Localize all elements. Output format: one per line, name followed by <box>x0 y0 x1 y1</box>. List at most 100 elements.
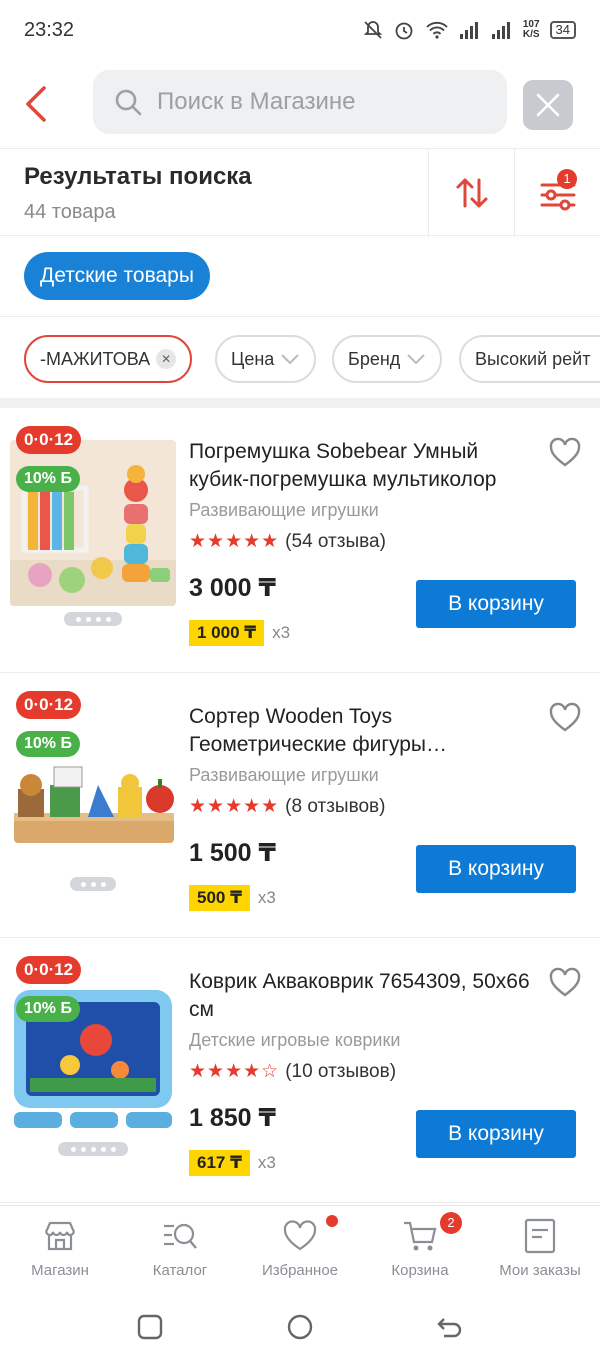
bonus-tag: 10% Б <box>16 731 80 757</box>
filter-chip-brand[interactable]: Бренд <box>332 335 443 383</box>
tab-orders[interactable]: Мои заказы <box>480 1206 600 1296</box>
filter-count-badge: 1 <box>557 169 577 189</box>
chevron-left-icon <box>26 86 46 122</box>
star-rating-icon: ★★★★☆ <box>189 1061 280 1082</box>
add-to-cart-button[interactable]: В корзину <box>416 1110 576 1158</box>
installment-amount: 500 ₸ <box>189 885 250 911</box>
product-image[interactable] <box>10 970 176 1136</box>
orders-document-icon <box>524 1218 556 1254</box>
filter-chip-label: Бренд <box>348 349 401 369</box>
filter-chip-price[interactable]: Цена <box>215 335 317 383</box>
installment-info: 500 ₸ х3 <box>189 885 276 911</box>
cart-icon <box>404 1221 437 1251</box>
close-icon <box>536 93 560 117</box>
sort-icon <box>456 178 487 208</box>
installment-times: х3 <box>257 1153 276 1172</box>
product-card[interactable]: 0·0·12 10% Б Коврик Акваковрик 7654309, … <box>0 938 600 1203</box>
chevron-down-icon <box>407 354 425 365</box>
heart-icon <box>549 967 581 997</box>
product-rating: ★★★★☆ (10 отзывов) <box>189 1060 396 1083</box>
status-bar: 23:32 107 K/S 34 <box>0 0 600 60</box>
clear-search-button[interactable] <box>523 80 573 130</box>
top-bar: Поиск в Магазине <box>0 70 600 138</box>
notification-dot <box>326 1215 338 1227</box>
review-count: (8 отзывов) <box>285 795 386 817</box>
tab-label: Каталог <box>152 1262 208 1279</box>
product-title[interactable]: Сортер Wooden Toys Геометрические фигуры… <box>189 703 539 759</box>
product-category: Детские игровые коврики <box>189 1030 401 1050</box>
bonus-tag: 10% Б <box>16 996 80 1022</box>
product-photo-wooden-sorter <box>10 705 176 871</box>
product-photo-rattle-cube <box>10 440 176 606</box>
home-icon[interactable] <box>286 1313 314 1341</box>
store-icon <box>44 1221 76 1251</box>
tab-label: Корзина <box>391 1262 449 1279</box>
heart-icon <box>549 437 581 467</box>
category-chip[interactable]: Детские товары <box>24 252 210 300</box>
image-carousel-dots <box>64 612 122 626</box>
star-rating-icon: ★★★★★ <box>189 796 280 817</box>
recent-apps-icon[interactable] <box>136 1313 164 1341</box>
results-count: 44 товара <box>24 201 116 223</box>
filter-chip-label: Цена <box>231 349 275 369</box>
product-price: 1 500 ₸ <box>189 839 276 867</box>
add-to-cart-button[interactable]: В корзину <box>416 845 576 893</box>
add-to-cart-button[interactable]: В корзину <box>416 580 576 628</box>
section-divider <box>0 398 600 408</box>
age-tag: 0·0·12 <box>16 956 82 984</box>
netspeed-unit: K/S <box>522 29 540 40</box>
search-placeholder: Поиск в Магазине <box>157 88 356 115</box>
tab-favorites[interactable]: Избранное <box>240 1206 360 1296</box>
product-image[interactable] <box>10 705 176 871</box>
product-category: Развивающие игрушки <box>189 500 379 520</box>
heart-icon <box>283 1220 317 1251</box>
back-nav-icon[interactable] <box>436 1313 464 1341</box>
installment-amount: 617 ₸ <box>189 1150 250 1176</box>
image-carousel-dots <box>70 877 116 891</box>
tab-shop[interactable]: Магазин <box>0 1206 120 1296</box>
favorite-button[interactable] <box>548 436 582 470</box>
signal-icon <box>459 22 478 39</box>
installment-info: 1 000 ₸ х3 <box>189 620 290 646</box>
remove-filter-icon[interactable]: ✕ <box>156 349 177 369</box>
filter-chip-seller[interactable]: -МАЖИТОВА ✕ <box>24 335 193 383</box>
filter-chip-label: -МАЖИТОВА <box>40 349 151 369</box>
chevron-down-icon <box>281 354 299 365</box>
search-icon <box>115 89 142 116</box>
alarm-icon <box>395 22 413 40</box>
star-rating-icon: ★★★★★ <box>189 531 280 552</box>
back-button[interactable] <box>18 82 58 126</box>
filter-chip-rating[interactable]: Высокий рейт <box>459 335 600 383</box>
tab-catalog[interactable]: Каталог <box>120 1206 240 1296</box>
product-title[interactable]: Погремушка Sobebear Умный кубик-погремуш… <box>189 438 539 494</box>
product-price: 1 850 ₸ <box>189 1104 276 1132</box>
page-title: Результаты поиска <box>24 163 252 190</box>
tab-label: Мои заказы <box>499 1262 581 1279</box>
signal-icon-2 <box>491 22 510 39</box>
product-category: Развивающие игрушки <box>189 765 379 785</box>
favorite-button[interactable] <box>548 966 582 1000</box>
product-card[interactable]: 0·0·12 10% Б Погремушка Sobebear Умный к… <box>0 408 600 673</box>
tab-cart[interactable]: 2 Корзина <box>360 1206 480 1296</box>
cart-count-badge: 2 <box>440 1212 462 1234</box>
favorite-button[interactable] <box>548 701 582 735</box>
product-rating: ★★★★★ (54 отзыва) <box>189 530 386 553</box>
installment-amount: 1 000 ₸ <box>189 620 265 646</box>
filter-chip-label: Высокий рейт <box>475 349 591 369</box>
filter-chips-row: -МАЖИТОВА ✕ Цена Бренд Высокий рейт <box>0 316 600 398</box>
tab-label: Магазин <box>31 1262 89 1279</box>
system-navigation-bar <box>0 1295 600 1366</box>
product-title[interactable]: Коврик Акваковрик 7654309, 50x66 см <box>189 968 539 1024</box>
product-price: 3 000 ₸ <box>189 574 276 602</box>
bonus-tag: 10% Б <box>16 466 80 492</box>
product-photo-water-mat <box>10 970 176 1136</box>
product-image[interactable] <box>10 440 176 606</box>
filter-button[interactable]: 1 <box>514 149 600 237</box>
sort-button[interactable] <box>428 149 514 237</box>
review-count: (54 отзыва) <box>285 530 386 552</box>
bottom-tab-bar: Магазин Каталог Избранное 2 Корзина Мои … <box>0 1205 600 1295</box>
product-card[interactable]: 0·0·12 10% Б Сортер Wooden Toys Геометри… <box>0 673 600 938</box>
catalog-search-icon <box>164 1223 197 1249</box>
installment-times: х3 <box>272 623 291 642</box>
search-input[interactable]: Поиск в Магазине <box>93 70 507 134</box>
